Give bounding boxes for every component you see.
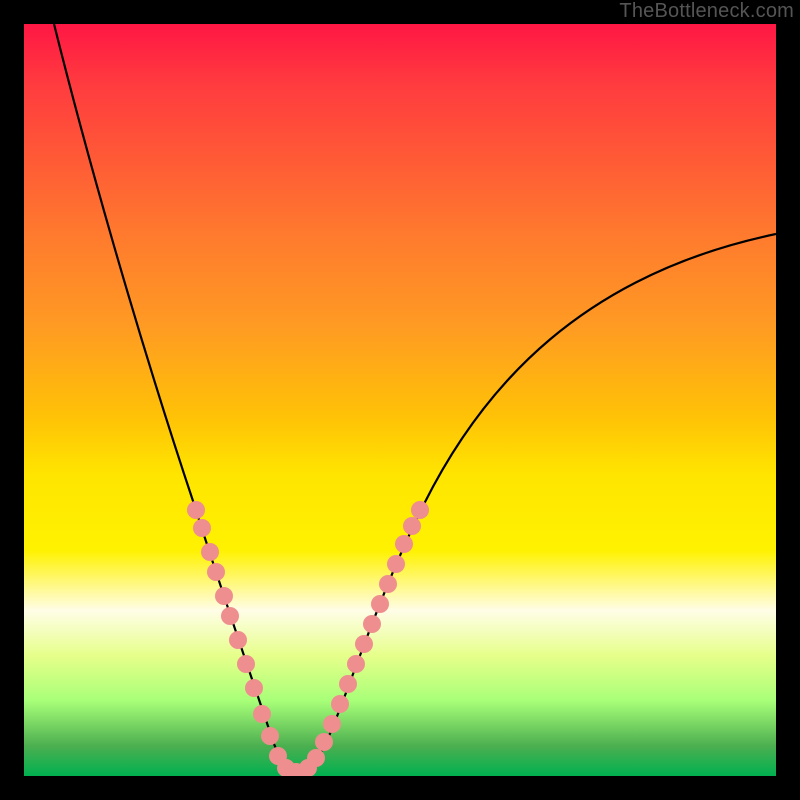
chart-plot-area — [24, 24, 776, 776]
bottleneck-curve — [54, 24, 776, 774]
chart-svg — [24, 24, 776, 776]
marker-dots-right — [299, 501, 429, 776]
chart-frame: TheBottleneck.com — [0, 0, 800, 800]
watermark-text: TheBottleneck.com — [619, 0, 794, 23]
marker-dots-left — [187, 501, 305, 776]
